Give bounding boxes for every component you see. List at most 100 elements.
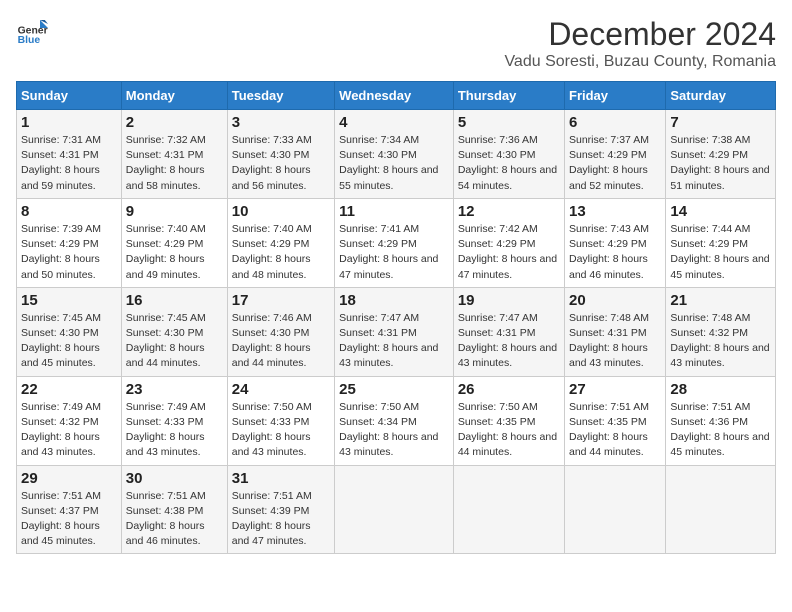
col-header-monday: Monday — [121, 82, 227, 110]
day-number: 13 — [569, 203, 661, 220]
day-number: 15 — [21, 292, 117, 309]
calendar-table: SundayMondayTuesdayWednesdayThursdayFrid… — [16, 81, 776, 554]
week-row-1: 1 Sunrise: 7:31 AMSunset: 4:31 PMDayligh… — [17, 110, 776, 199]
day-number: 3 — [232, 114, 330, 131]
day-info: Sunrise: 7:48 AMSunset: 4:32 PMDaylight:… — [670, 312, 769, 370]
calendar-cell: 23 Sunrise: 7:49 AMSunset: 4:33 PMDaylig… — [121, 376, 227, 465]
day-number: 18 — [339, 292, 449, 309]
header: General Blue December 2024 Vadu Soresti,… — [16, 16, 776, 71]
col-header-saturday: Saturday — [666, 82, 776, 110]
calendar-cell: 29 Sunrise: 7:51 AMSunset: 4:37 PMDaylig… — [17, 465, 122, 554]
day-number: 29 — [21, 470, 117, 487]
day-number: 31 — [232, 470, 330, 487]
day-info: Sunrise: 7:46 AMSunset: 4:30 PMDaylight:… — [232, 312, 312, 370]
calendar-cell: 18 Sunrise: 7:47 AMSunset: 4:31 PMDaylig… — [335, 287, 454, 376]
day-info: Sunrise: 7:49 AMSunset: 4:33 PMDaylight:… — [126, 401, 206, 459]
calendar-cell: 20 Sunrise: 7:48 AMSunset: 4:31 PMDaylig… — [565, 287, 666, 376]
week-row-5: 29 Sunrise: 7:51 AMSunset: 4:37 PMDaylig… — [17, 465, 776, 554]
day-info: Sunrise: 7:42 AMSunset: 4:29 PMDaylight:… — [458, 223, 557, 281]
day-info: Sunrise: 7:48 AMSunset: 4:31 PMDaylight:… — [569, 312, 649, 370]
calendar-cell: 28 Sunrise: 7:51 AMSunset: 4:36 PMDaylig… — [666, 376, 776, 465]
day-info: Sunrise: 7:45 AMSunset: 4:30 PMDaylight:… — [21, 312, 101, 370]
calendar-cell: 7 Sunrise: 7:38 AMSunset: 4:29 PMDayligh… — [666, 110, 776, 199]
calendar-cell: 2 Sunrise: 7:32 AMSunset: 4:31 PMDayligh… — [121, 110, 227, 199]
col-header-wednesday: Wednesday — [335, 82, 454, 110]
logo: General Blue — [16, 16, 48, 48]
calendar-cell: 3 Sunrise: 7:33 AMSunset: 4:30 PMDayligh… — [227, 110, 334, 199]
day-info: Sunrise: 7:40 AMSunset: 4:29 PMDaylight:… — [126, 223, 206, 281]
day-number: 16 — [126, 292, 223, 309]
calendar-cell: 9 Sunrise: 7:40 AMSunset: 4:29 PMDayligh… — [121, 198, 227, 287]
day-info: Sunrise: 7:43 AMSunset: 4:29 PMDaylight:… — [569, 223, 649, 281]
title-area: December 2024 Vadu Soresti, Buzau County… — [504, 16, 776, 71]
calendar-cell: 26 Sunrise: 7:50 AMSunset: 4:35 PMDaylig… — [453, 376, 564, 465]
header-row: SundayMondayTuesdayWednesdayThursdayFrid… — [17, 82, 776, 110]
day-number: 28 — [670, 381, 771, 398]
day-info: Sunrise: 7:40 AMSunset: 4:29 PMDaylight:… — [232, 223, 312, 281]
calendar-cell: 21 Sunrise: 7:48 AMSunset: 4:32 PMDaylig… — [666, 287, 776, 376]
calendar-cell: 24 Sunrise: 7:50 AMSunset: 4:33 PMDaylig… — [227, 376, 334, 465]
day-info: Sunrise: 7:50 AMSunset: 4:34 PMDaylight:… — [339, 401, 438, 459]
day-info: Sunrise: 7:32 AMSunset: 4:31 PMDaylight:… — [126, 134, 206, 192]
calendar-cell: 19 Sunrise: 7:47 AMSunset: 4:31 PMDaylig… — [453, 287, 564, 376]
day-number: 22 — [21, 381, 117, 398]
day-info: Sunrise: 7:51 AMSunset: 4:39 PMDaylight:… — [232, 490, 312, 548]
day-number: 10 — [232, 203, 330, 220]
logo-icon: General Blue — [16, 16, 48, 48]
day-info: Sunrise: 7:34 AMSunset: 4:30 PMDaylight:… — [339, 134, 438, 192]
day-number: 12 — [458, 203, 560, 220]
day-number: 23 — [126, 381, 223, 398]
svg-text:Blue: Blue — [18, 35, 41, 46]
day-info: Sunrise: 7:47 AMSunset: 4:31 PMDaylight:… — [458, 312, 557, 370]
calendar-cell: 1 Sunrise: 7:31 AMSunset: 4:31 PMDayligh… — [17, 110, 122, 199]
col-header-thursday: Thursday — [453, 82, 564, 110]
day-number: 14 — [670, 203, 771, 220]
week-row-3: 15 Sunrise: 7:45 AMSunset: 4:30 PMDaylig… — [17, 287, 776, 376]
calendar-cell: 27 Sunrise: 7:51 AMSunset: 4:35 PMDaylig… — [565, 376, 666, 465]
calendar-cell — [666, 465, 776, 554]
day-info: Sunrise: 7:51 AMSunset: 4:37 PMDaylight:… — [21, 490, 101, 548]
day-info: Sunrise: 7:39 AMSunset: 4:29 PMDaylight:… — [21, 223, 101, 281]
day-number: 7 — [670, 114, 771, 131]
day-number: 4 — [339, 114, 449, 131]
day-number: 24 — [232, 381, 330, 398]
col-header-sunday: Sunday — [17, 82, 122, 110]
day-number: 27 — [569, 381, 661, 398]
day-info: Sunrise: 7:51 AMSunset: 4:35 PMDaylight:… — [569, 401, 649, 459]
day-number: 5 — [458, 114, 560, 131]
calendar-cell: 14 Sunrise: 7:44 AMSunset: 4:29 PMDaylig… — [666, 198, 776, 287]
calendar-cell: 30 Sunrise: 7:51 AMSunset: 4:38 PMDaylig… — [121, 465, 227, 554]
main-title: December 2024 — [504, 16, 776, 53]
day-number: 26 — [458, 381, 560, 398]
calendar-cell — [453, 465, 564, 554]
calendar-cell: 17 Sunrise: 7:46 AMSunset: 4:30 PMDaylig… — [227, 287, 334, 376]
day-info: Sunrise: 7:33 AMSunset: 4:30 PMDaylight:… — [232, 134, 312, 192]
calendar-cell: 22 Sunrise: 7:49 AMSunset: 4:32 PMDaylig… — [17, 376, 122, 465]
day-info: Sunrise: 7:50 AMSunset: 4:33 PMDaylight:… — [232, 401, 312, 459]
day-number: 30 — [126, 470, 223, 487]
calendar-cell: 11 Sunrise: 7:41 AMSunset: 4:29 PMDaylig… — [335, 198, 454, 287]
day-number: 17 — [232, 292, 330, 309]
col-header-friday: Friday — [565, 82, 666, 110]
calendar-cell — [335, 465, 454, 554]
day-info: Sunrise: 7:49 AMSunset: 4:32 PMDaylight:… — [21, 401, 101, 459]
calendar-cell: 25 Sunrise: 7:50 AMSunset: 4:34 PMDaylig… — [335, 376, 454, 465]
subtitle: Vadu Soresti, Buzau County, Romania — [504, 53, 776, 71]
day-number: 11 — [339, 203, 449, 220]
week-row-2: 8 Sunrise: 7:39 AMSunset: 4:29 PMDayligh… — [17, 198, 776, 287]
week-row-4: 22 Sunrise: 7:49 AMSunset: 4:32 PMDaylig… — [17, 376, 776, 465]
day-info: Sunrise: 7:36 AMSunset: 4:30 PMDaylight:… — [458, 134, 557, 192]
day-number: 20 — [569, 292, 661, 309]
calendar-cell: 12 Sunrise: 7:42 AMSunset: 4:29 PMDaylig… — [453, 198, 564, 287]
day-number: 6 — [569, 114, 661, 131]
day-number: 21 — [670, 292, 771, 309]
day-info: Sunrise: 7:45 AMSunset: 4:30 PMDaylight:… — [126, 312, 206, 370]
day-number: 8 — [21, 203, 117, 220]
col-header-tuesday: Tuesday — [227, 82, 334, 110]
calendar-cell: 16 Sunrise: 7:45 AMSunset: 4:30 PMDaylig… — [121, 287, 227, 376]
day-info: Sunrise: 7:47 AMSunset: 4:31 PMDaylight:… — [339, 312, 438, 370]
calendar-cell: 6 Sunrise: 7:37 AMSunset: 4:29 PMDayligh… — [565, 110, 666, 199]
day-number: 1 — [21, 114, 117, 131]
day-number: 2 — [126, 114, 223, 131]
day-info: Sunrise: 7:31 AMSunset: 4:31 PMDaylight:… — [21, 134, 101, 192]
